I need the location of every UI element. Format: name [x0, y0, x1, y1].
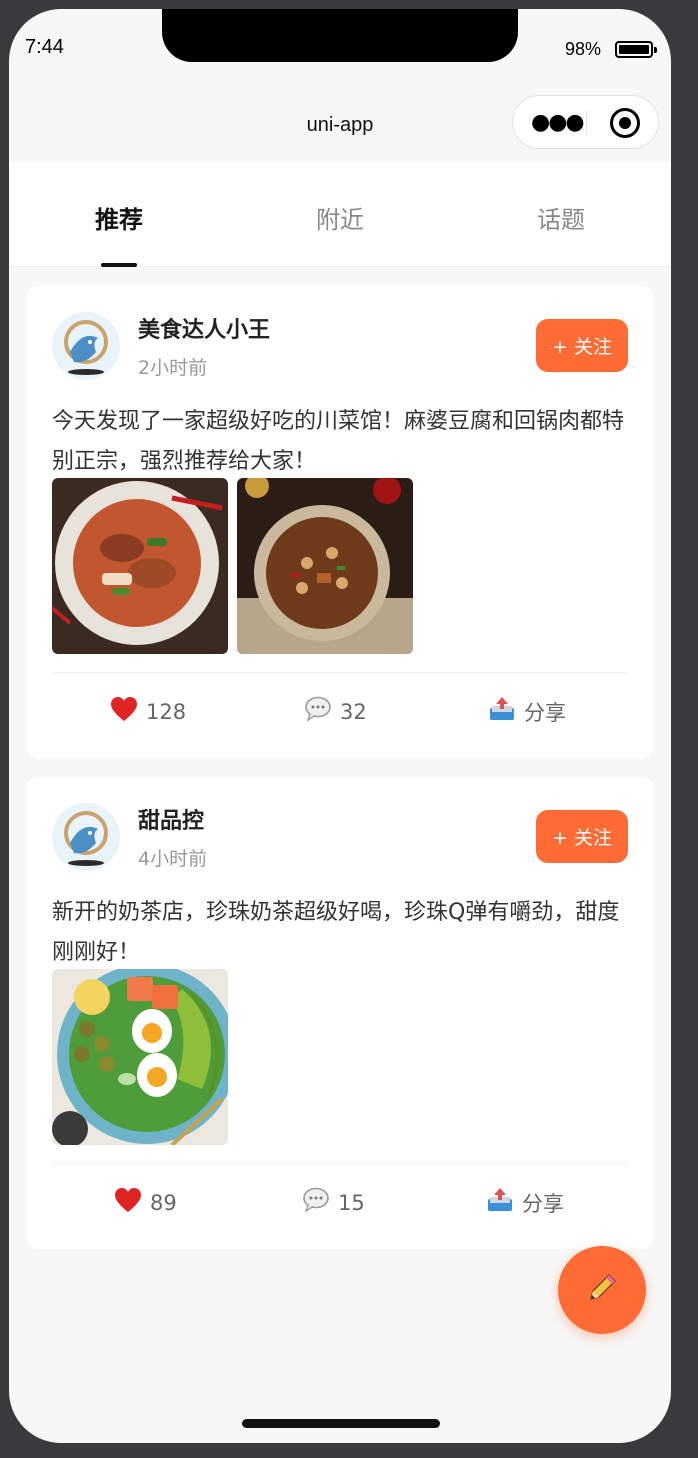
share-inbox-icon: [488, 696, 516, 727]
like-button[interactable]: 89: [114, 1187, 177, 1218]
speech-bubble-icon: [302, 1187, 330, 1218]
like-button[interactable]: 128: [110, 696, 186, 727]
post-time: 4小时前: [138, 848, 208, 870]
author-name[interactable]: 甜品控: [138, 803, 204, 835]
close-target-icon[interactable]: [610, 108, 640, 138]
heart-icon: [110, 696, 138, 727]
battery-icon: [615, 41, 657, 58]
post-content: 新开的奶茶店，珍珠奶茶超级好喝，珍珠Q弹有嚼劲，甜度刚刚好！: [52, 900, 620, 965]
avatar[interactable]: [52, 312, 120, 380]
share-inbox-icon: [486, 1187, 514, 1218]
comment-button[interactable]: 15: [302, 1187, 365, 1218]
like-count: 128: [146, 699, 187, 724]
post-card[interactable]: 甜品控 4小时前 + 关注 新开的奶茶店，珍珠奶茶超级好喝，珍珠Q弹有嚼劲，甜度…: [26, 777, 654, 1249]
share-button[interactable]: 分享: [486, 1187, 564, 1218]
battery-percent: 98%: [565, 39, 602, 59]
share-label: 分享: [522, 1191, 564, 1216]
share-button[interactable]: 分享: [488, 696, 566, 727]
home-indicator[interactable]: [242, 1419, 440, 1428]
post-image[interactable]: [237, 478, 413, 654]
follow-button[interactable]: + 关注: [536, 319, 628, 372]
comment-button[interactable]: 32: [304, 696, 367, 727]
avatar[interactable]: [52, 803, 120, 871]
heart-icon: [114, 1187, 142, 1218]
share-label: 分享: [524, 700, 566, 725]
tab-bar: 推荐 附近 话题: [9, 162, 671, 267]
like-count: 89: [150, 1190, 177, 1215]
post-time: 2小时前: [138, 357, 208, 379]
more-icon[interactable]: ●●●: [531, 110, 585, 135]
tab-indicator: [101, 263, 137, 267]
mini-program-capsule: ●●●: [512, 95, 659, 149]
status-time: 7:44: [25, 36, 64, 58]
tab-recommend[interactable]: 推荐: [59, 200, 179, 235]
pencil-icon: [585, 1271, 619, 1309]
post-content: 今天发现了一家超级好吃的川菜馆！麻婆豆腐和回锅肉都特别正宗，强烈推荐给大家！: [52, 409, 625, 474]
speech-bubble-icon: [304, 696, 332, 727]
tab-nearby[interactable]: 附近: [280, 200, 400, 235]
post-image[interactable]: [52, 478, 228, 654]
phone-screen: 7:44 98% uni-app ●●● 推荐 附近 话题 美食达人小王 2小时…: [9, 9, 671, 1443]
post-image[interactable]: [52, 969, 228, 1145]
compose-button[interactable]: [558, 1246, 646, 1334]
divider: [52, 672, 628, 673]
post-card[interactable]: 美食达人小王 2小时前 + 关注 今天发现了一家超级好吃的川菜馆！麻婆豆腐和回锅…: [26, 286, 654, 758]
tab-topics[interactable]: 话题: [501, 200, 621, 235]
comment-count: 15: [338, 1190, 365, 1215]
notch: [162, 9, 518, 62]
follow-button[interactable]: + 关注: [536, 810, 628, 863]
divider: [52, 1163, 628, 1164]
comment-count: 32: [340, 699, 367, 724]
author-name[interactable]: 美食达人小王: [138, 312, 270, 344]
